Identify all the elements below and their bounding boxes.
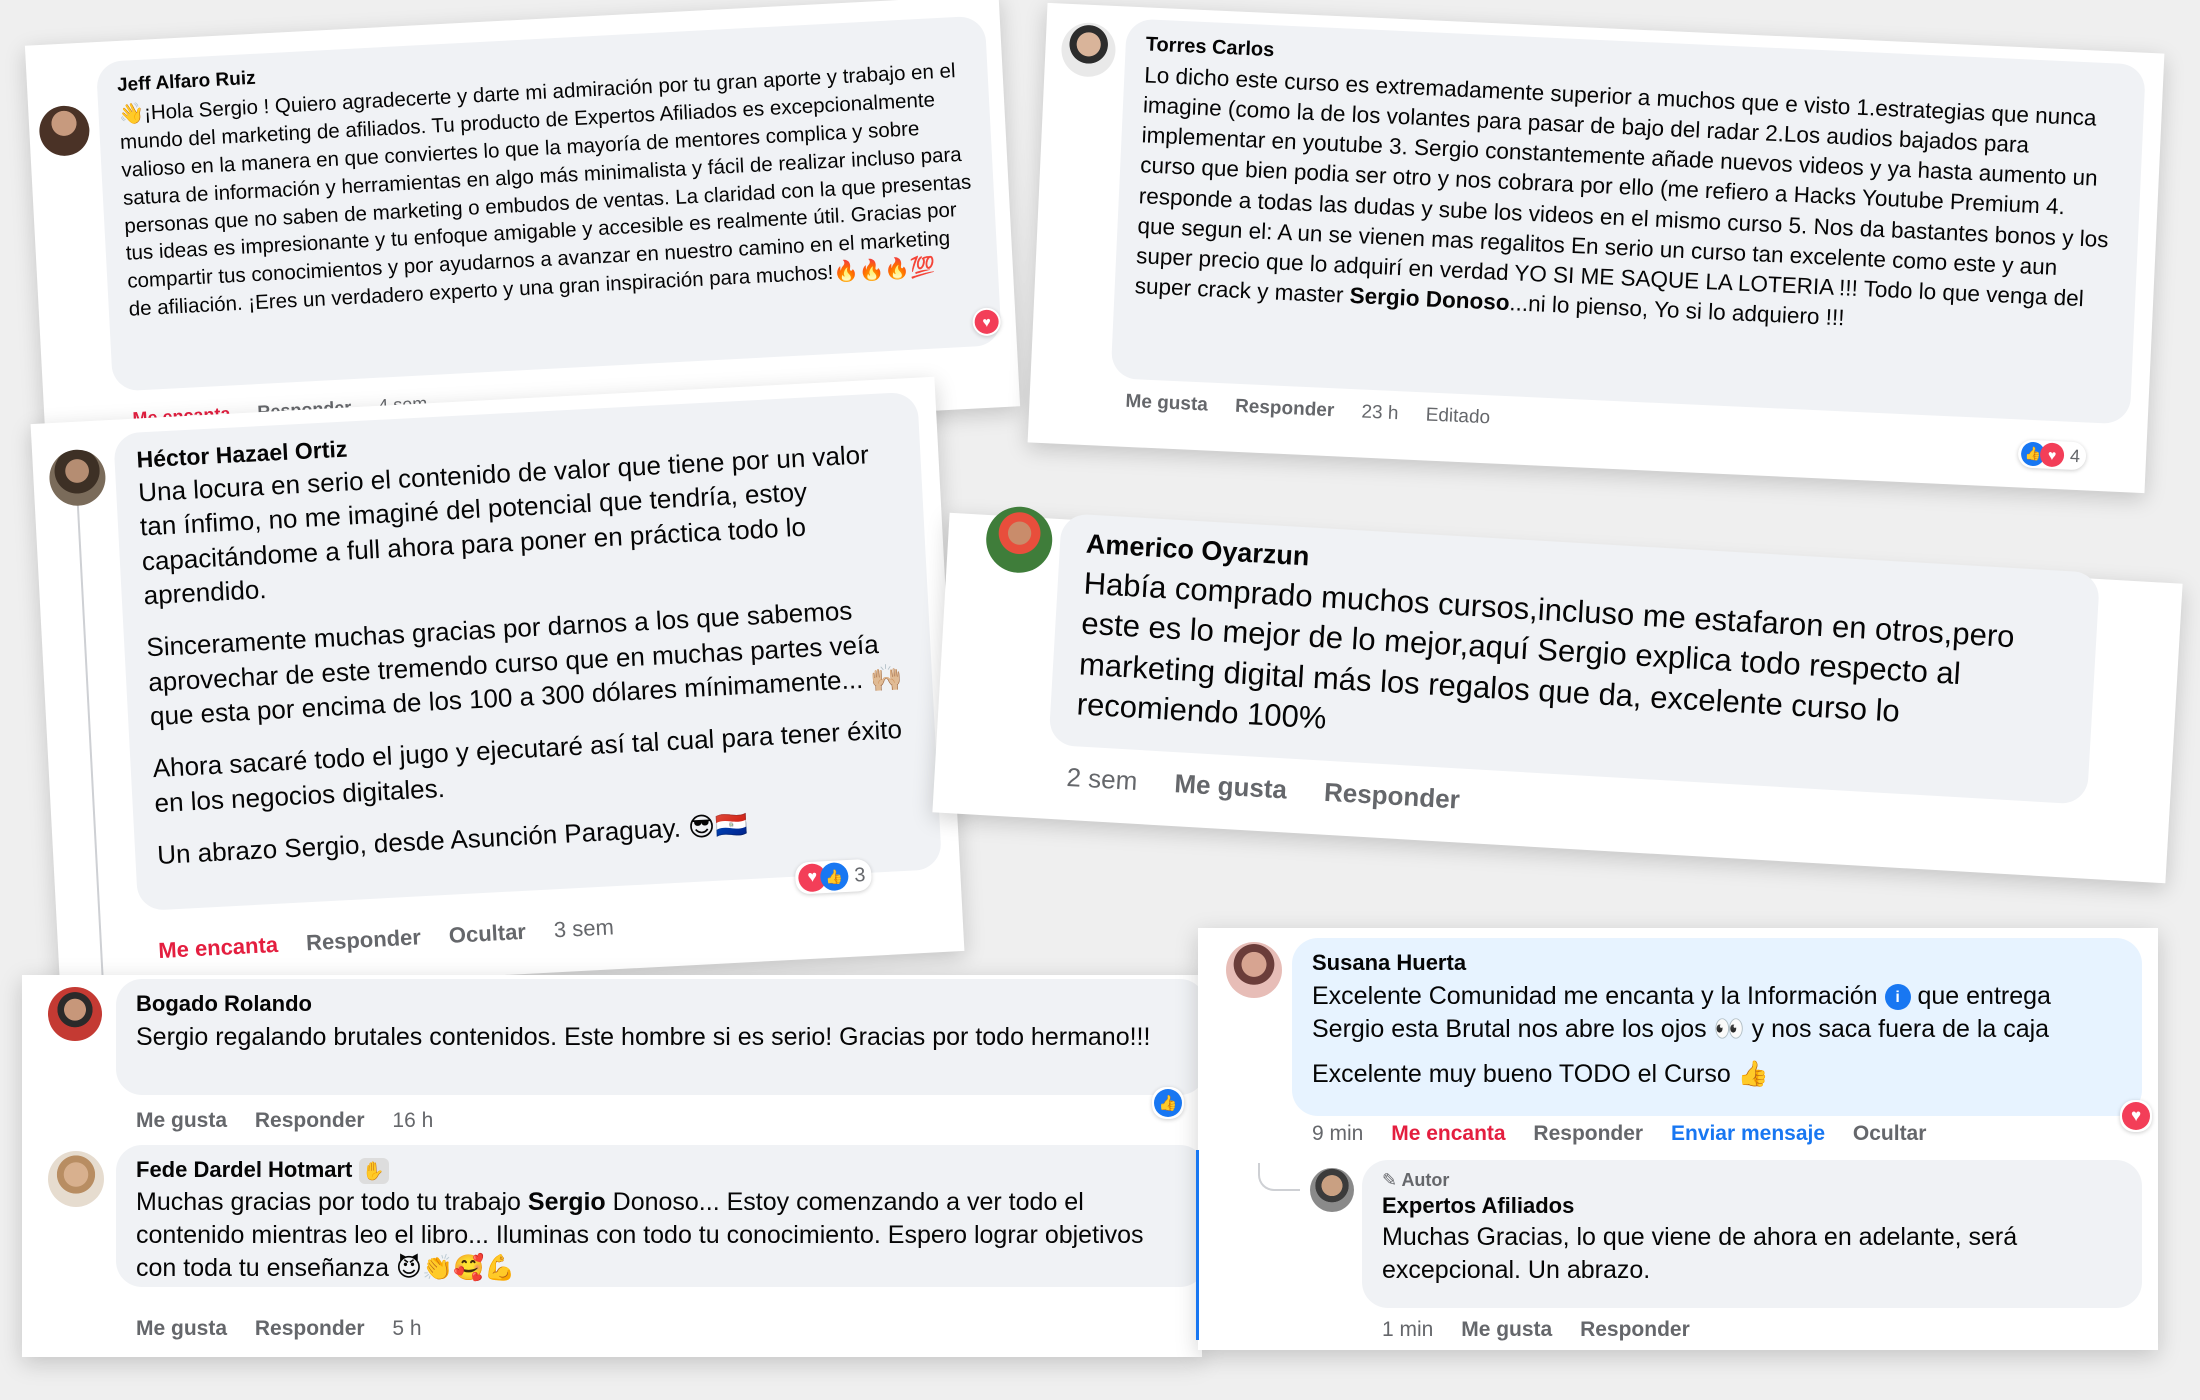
like-reaction-icon: 👍 [1154, 1089, 1182, 1117]
reply-action[interactable]: Responder [1533, 1122, 1643, 1145]
like-reaction-icon: 👍 [819, 861, 850, 892]
comment-time[interactable]: 5 h [392, 1317, 421, 1340]
comment-card-americo: Americo Oyarzun Había comprado muchos cu… [932, 504, 2183, 884]
reply-action[interactable]: Responder [1235, 396, 1335, 421]
comment-actions: 2 sem Me gusta Responder [1066, 762, 1483, 817]
reply-action[interactable]: Responder [1323, 777, 1460, 815]
avatar[interactable] [48, 987, 102, 1041]
reply-action[interactable]: Responder [255, 1317, 365, 1340]
comment-actions: 1 min Me gusta Responder [1382, 1318, 1712, 1342]
like-action[interactable]: Me gusta [136, 1317, 227, 1340]
reply-connector [1258, 1163, 1300, 1191]
like-action[interactable]: Me gusta [136, 1109, 227, 1132]
heart-reaction-icon: ♥ [2039, 442, 2065, 468]
reaction-count: 3 [853, 863, 866, 887]
thread-line [76, 501, 104, 982]
love-action[interactable]: Me encanta [158, 932, 279, 963]
comment-author[interactable]: Fede Dardel Hotmart ✋ [136, 1157, 1186, 1185]
comment-card-torres: Torres Carlos Lo dicho este curso es ext… [1027, 2, 2165, 494]
comment-bubble: Americo Oyarzun Había comprado muchos cu… [1048, 513, 2101, 805]
avatar[interactable] [984, 504, 1055, 575]
reply-bubble: ✎ Autor Expertos Afiliados Muchas Gracia… [1362, 1160, 2142, 1308]
mention[interactable]: Sergio Donoso [1349, 283, 1510, 315]
comment-bubble: Torres Carlos Lo dicho este curso es ext… [1110, 18, 2146, 425]
comment-bubble: Héctor Hazael Ortiz Una locura en serio … [113, 391, 943, 912]
comment-card-hector: Héctor Hazael Ortiz Una locura en serio … [30, 376, 965, 999]
comment-paragraph: Sinceramente muchas gracias por darnos a… [145, 595, 904, 732]
comment-bubble: Fede Dardel Hotmart ✋ Muchas gracias por… [116, 1145, 1206, 1287]
author-badge: ✎ Autor [1382, 1170, 1450, 1190]
mention[interactable]: Sergio [528, 1188, 606, 1216]
like-action[interactable]: Me gusta [1174, 768, 1288, 804]
comment-time[interactable]: 2 sem [1066, 762, 1138, 796]
comment-actions: Me gusta Responder 5 h [136, 1317, 444, 1341]
comment-author[interactable]: Susana Huerta [1312, 950, 2122, 976]
avatar[interactable] [48, 448, 107, 508]
info-icon: i [1884, 984, 1911, 1011]
heart-reaction-icon: ♥ [2122, 1102, 2150, 1130]
comment-card-susana: Susana Huerta Excelente Comunidad me enc… [1196, 928, 2158, 1350]
reaction-badge[interactable]: ♥ 👍 3 [794, 858, 873, 895]
thread-line [1196, 1150, 1199, 1340]
avatar[interactable] [1310, 1168, 1354, 1212]
wave-icon: ✋ [358, 1158, 389, 1185]
reaction-count: 4 [2069, 445, 2081, 466]
send-message-action[interactable]: Enviar mensaje [1671, 1122, 1825, 1145]
like-action[interactable]: Me gusta [1461, 1318, 1552, 1341]
comment-text: Sergio regalando brutales contenidos. Es… [136, 1023, 1151, 1051]
avatar[interactable] [48, 1151, 104, 1207]
comment-time[interactable]: 9 min [1312, 1122, 1363, 1145]
edited-label: Editado [1425, 404, 1491, 429]
reaction-badge[interactable]: ♥ [2120, 1100, 2152, 1132]
hide-action[interactable]: Ocultar [448, 919, 526, 948]
comment-actions: Me gusta Responder 16 h [136, 1109, 455, 1133]
comment-time[interactable]: 3 sem [553, 914, 614, 942]
like-action[interactable]: Me gusta [1125, 391, 1208, 416]
love-action[interactable]: Me encanta [1391, 1122, 1505, 1145]
reaction-badge[interactable]: 👍 ♥ 4 [2017, 439, 2087, 471]
heart-reaction-icon: ♥ [974, 309, 1000, 335]
reply-action[interactable]: Responder [305, 924, 421, 955]
hide-action[interactable]: Ocultar [1853, 1122, 1927, 1145]
comment-time[interactable]: 23 h [1361, 402, 1399, 425]
comment-text: Excelente muy bueno TODO el Curso 👍 [1312, 1060, 1769, 1088]
comment-time[interactable]: 1 min [1382, 1318, 1433, 1341]
comment-text: Lo dicho este curso es extremadamente su… [1134, 62, 2110, 331]
pencil-icon: ✎ [1382, 1170, 1398, 1190]
comment-author[interactable]: Bogado Rolando [136, 991, 1186, 1017]
comment-bubble: Susana Huerta Excelente Comunidad me enc… [1292, 938, 2142, 1116]
comment-bubble: Bogado Rolando Sergio regalando brutales… [116, 979, 1206, 1095]
comment-text: Excelente Comunidad me encanta y la Info… [1312, 982, 2051, 1043]
avatar[interactable] [1226, 942, 1282, 998]
avatar[interactable] [38, 104, 91, 158]
reaction-badge[interactable]: 👍 [1152, 1087, 1184, 1119]
comment-actions: Me gusta Responder 23 h Editado [1125, 391, 1512, 431]
avatar[interactable] [1060, 21, 1117, 78]
comment-text: Muchas Gracias, lo que viene de ahora en… [1382, 1223, 2018, 1284]
comment-text: 👋¡Hola Sergio ! Quiero agradecerte y dar… [118, 59, 972, 321]
comment-actions: 9 min Me encanta Responder Enviar mensaj… [1312, 1122, 1948, 1146]
comment-author[interactable]: Expertos Afiliados [1382, 1193, 2122, 1219]
comment-time[interactable]: 16 h [392, 1109, 433, 1132]
comment-card-bogado-fede: Bogado Rolando Sergio regalando brutales… [22, 975, 1206, 1357]
reply-action[interactable]: Responder [1580, 1318, 1690, 1341]
reply-action[interactable]: Responder [255, 1109, 365, 1132]
comment-actions: Me encanta Responder Ocultar 3 sem [158, 913, 637, 964]
comment-text: Muchas gracias por todo tu trabajo Sergi… [136, 1188, 1144, 1283]
comment-bubble: Jeff Alfaro Ruiz 👋¡Hola Sergio ! Quiero … [95, 15, 1002, 392]
